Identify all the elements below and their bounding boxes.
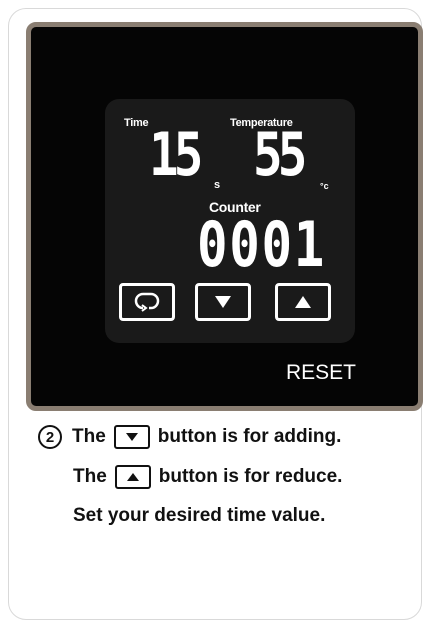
cycle-button[interactable]	[119, 283, 175, 321]
line2-prefix: The	[73, 466, 107, 487]
step-number: 2	[38, 425, 62, 449]
down-button[interactable]	[195, 283, 251, 321]
time-value: 15	[149, 120, 203, 190]
up-button-icon	[114, 465, 151, 489]
line1-prefix: The	[72, 426, 106, 447]
down-button-icon	[113, 425, 150, 449]
reset-button[interactable]: RESET	[286, 361, 356, 385]
lcd-screen: Time Temperature 15 s 55 °c Counter 0001	[105, 99, 355, 343]
temperature-unit: °c	[320, 181, 329, 191]
controller-panel: Time Temperature 15 s 55 °c Counter 0001…	[26, 22, 423, 411]
time-unit: s	[214, 179, 221, 191]
time-label: Time	[124, 117, 149, 129]
counter-value: 0001	[197, 208, 326, 281]
up-button[interactable]	[275, 283, 331, 321]
line1-suffix: button is for adding.	[157, 426, 342, 447]
instruction-line-2: The button is for reduce.	[73, 465, 342, 489]
line2-suffix: button is for reduce.	[158, 466, 343, 487]
line3-text: Set your desired time value.	[73, 505, 326, 526]
down-triangle-icon	[215, 296, 231, 308]
temperature-value: 55	[253, 120, 307, 190]
cycle-icon	[134, 292, 160, 312]
up-triangle-icon	[295, 296, 311, 308]
instruction-line-1: 2 The button is for adding.	[38, 425, 341, 449]
instruction-line-3: Set your desired time value.	[73, 505, 325, 527]
